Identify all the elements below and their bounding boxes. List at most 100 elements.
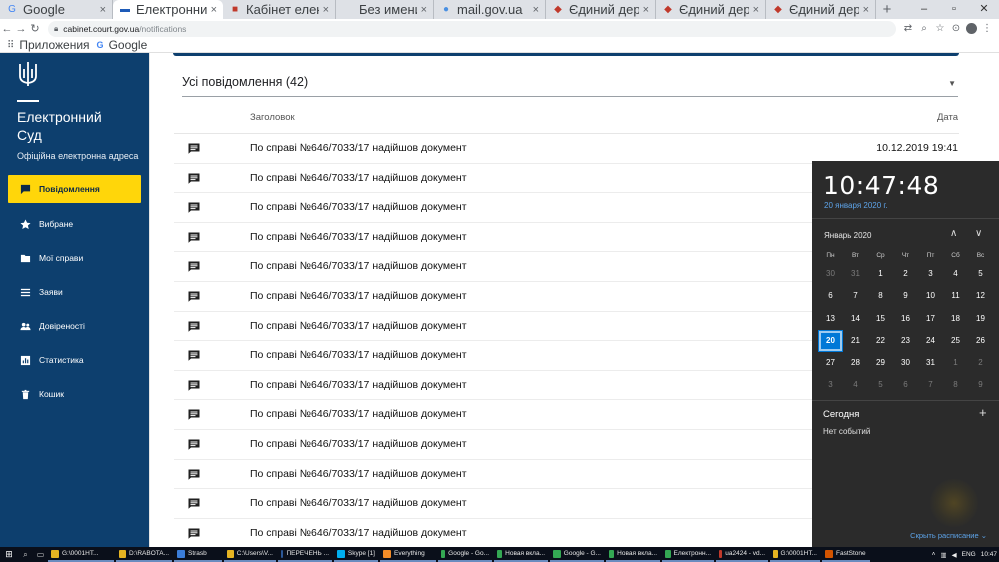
translate-icon[interactable]: ⇄ [902,23,914,34]
calendar-day[interactable]: 21 [843,330,868,352]
sidebar-item-4[interactable]: Заяви [0,275,149,309]
tray-arrow-icon[interactable]: ˄ [932,551,936,558]
sidebar-item-5[interactable]: Довіреності [0,309,149,343]
network-icon[interactable]: ▥ [940,551,946,559]
row-title[interactable]: По справі №646/7033/17 надійшов документ [250,379,467,391]
calendar-day[interactable]: 2 [893,263,918,285]
reload-icon[interactable]: ↻ [28,22,42,35]
zoom-icon[interactable]: ⌕ [918,23,930,34]
calendar-day[interactable]: 8 [868,285,893,307]
row-title[interactable]: По справі №646/7033/17 надійшов документ [250,468,467,480]
close-tab-icon[interactable]: × [323,4,329,16]
calendar-day[interactable]: 26 [968,330,993,352]
search-icon[interactable]: ⌕ [18,550,33,560]
calendar-day[interactable]: 7 [843,285,868,307]
calendar-day[interactable]: 4 [843,374,868,396]
calendar-day[interactable]: 14 [843,308,868,330]
windows-start-icon[interactable]: ⊞ [0,549,18,560]
sidebar-item-7[interactable]: Кошик [0,377,149,411]
calendar-day[interactable]: 12 [968,285,993,307]
notifications-filter-select[interactable]: Усі повідомлення (42) ▼ [182,75,958,97]
bookmark-star-icon[interactable]: ☆ [934,23,946,34]
browser-tab[interactable]: ■ Кабінет елек × [223,0,336,19]
calendar-day[interactable]: 6 [818,285,843,307]
calendar-day[interactable]: 18 [943,308,968,330]
sidebar-item-2[interactable]: Вибране [0,207,149,241]
taskbar-app[interactable]: Новая вкла... [606,547,660,562]
column-header-title[interactable]: Заголовок [250,112,295,123]
calendar-day[interactable]: 1 [868,263,893,285]
calendar-day[interactable]: 29 [868,352,893,374]
taskbar-app[interactable]: ПЕРЕЧЕНЬ ... [278,547,332,562]
tray-clock[interactable]: 10:47 [981,551,997,558]
close-tab-icon[interactable]: × [100,4,106,16]
row-title[interactable]: По справі №646/7033/17 надійшов документ [250,408,467,420]
keyboard-lang[interactable]: ENG [962,551,976,558]
hide-schedule-link[interactable]: Скрыть расписание ⌄ [910,531,987,540]
column-header-date[interactable]: Дата [937,112,958,123]
row-title[interactable]: По справі №646/7033/17 надійшов документ [250,527,467,539]
sidebar-item-3[interactable]: Мої справи [0,241,149,275]
calendar-day[interactable]: 25 [943,330,968,352]
close-tab-icon[interactable]: × [211,4,217,16]
close-window-button[interactable]: ✕ [969,0,999,19]
taskbar-app[interactable]: Google - Go... [438,547,492,562]
url-input[interactable]: 🔒︎ cabinet.court.gov.ua/notifications [48,20,896,37]
close-tab-icon[interactable]: × [421,4,427,16]
calendar-day[interactable]: 8 [943,374,968,396]
calendar-day[interactable]: 10 [918,285,943,307]
calendar-day[interactable]: 7 [918,374,943,396]
row-title[interactable]: По справі №646/7033/17 надійшов документ [250,142,467,154]
browser-tab[interactable]: ◆ Єдиний держ × [766,0,876,19]
minimize-button[interactable]: – [909,0,939,19]
calendar-day[interactable]: 11 [943,285,968,307]
calendar-day[interactable]: 30 [818,263,843,285]
calendar-day[interactable]: 30 [893,352,918,374]
new-tab-button[interactable]: + [876,0,898,19]
sidebar-item-6[interactable]: Статистика [0,343,149,377]
row-title[interactable]: По справі №646/7033/17 надійшов документ [250,438,467,450]
calendar-day[interactable]: 3 [818,374,843,396]
menu-dots-icon[interactable]: ⋮ [981,23,993,34]
close-tab-icon[interactable]: × [533,4,539,16]
row-title[interactable]: По справі №646/7033/17 надійшов документ [250,172,467,184]
sidebar-item-1[interactable]: Повідомлення [8,175,141,203]
taskbar-app[interactable]: FastStone [822,547,870,562]
calendar-day[interactable]: 22 [868,330,893,352]
close-tab-icon[interactable]: × [643,4,649,16]
table-row[interactable]: По справі №646/7033/17 надійшов документ… [174,134,959,164]
calendar-day[interactable]: 9 [893,285,918,307]
browser-tab[interactable]: ◆ Єдиний держ × [656,0,766,19]
add-event-icon[interactable]: + [979,405,987,420]
calendar-day[interactable]: 23 [893,330,918,352]
volume-icon[interactable]: ◀︎ [952,551,957,559]
calendar-day[interactable]: 4 [943,263,968,285]
row-title[interactable]: По справі №646/7033/17 надійшов документ [250,349,467,361]
calendar-day[interactable]: 15 [868,308,893,330]
taskbar-app[interactable]: Google - G... [550,547,604,562]
browser-tab[interactable]: ▬ Електронний × [113,0,223,19]
browser-tab[interactable]: G Google × [0,0,113,19]
browser-tab[interactable]: Без имени × [336,0,434,19]
taskbar-app[interactable]: ua2424 - vd... [716,547,768,562]
calendar-day[interactable]: 17 [918,308,943,330]
calendar-day[interactable]: 31 [918,352,943,374]
calendar-month[interactable]: Январь 2020 [824,231,871,240]
taskbar-app[interactable]: C:\Users\V... [224,547,276,562]
taskbar-app[interactable]: G:\0001HT... [48,547,114,562]
task-view-icon[interactable]: ▭ [33,550,48,559]
calendar-day[interactable]: 6 [893,374,918,396]
extension-icon[interactable]: ⊙ [950,23,962,34]
calendar-day[interactable]: 31 [843,263,868,285]
calendar-day[interactable]: 20 [818,329,843,353]
row-title[interactable]: По справі №646/7033/17 надійшов документ [250,201,467,213]
taskbar-app[interactable]: Everything [380,547,436,562]
calendar-day[interactable]: 9 [968,374,993,396]
taskbar-app[interactable]: Skype [1] [334,547,378,562]
calendar-day[interactable]: 24 [918,330,943,352]
bookmark-google[interactable]: G Google [97,38,148,52]
close-tab-icon[interactable]: × [863,4,869,16]
calendar-day[interactable]: 3 [918,263,943,285]
taskbar-app[interactable]: Новая вкла... [494,547,548,562]
row-title[interactable]: По справі №646/7033/17 надійшов документ [250,290,467,302]
